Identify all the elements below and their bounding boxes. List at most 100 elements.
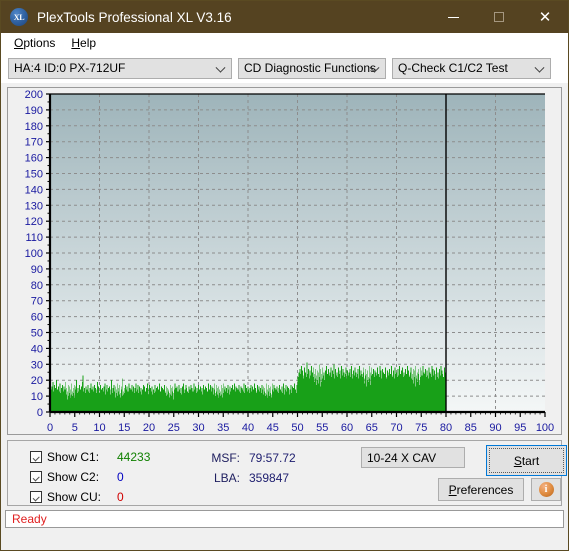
lba-value: 359847 (249, 471, 290, 485)
show-c2-checkbox[interactable] (30, 470, 42, 483)
svg-text:35: 35 (217, 422, 229, 434)
show-c1-row: Show C1: 44233 (30, 448, 150, 465)
svg-text:5: 5 (72, 422, 78, 434)
svg-text:110: 110 (25, 232, 43, 244)
svg-text:90: 90 (489, 422, 501, 434)
c1-c2-error-chart: 0102030405060708090100110120130140150160… (25, 89, 555, 434)
svg-text:80: 80 (31, 280, 43, 292)
show-c2-row: Show C2: 0 (30, 468, 150, 485)
controls-panel: Show C1: 44233 Show C2: 0 Show CU: 0 MSF… (7, 440, 567, 508)
maximize-button[interactable] (476, 1, 522, 33)
lba-row: LBA: 359847 (204, 468, 296, 488)
svg-text:65: 65 (366, 422, 378, 434)
menu-item-help-label: elp (80, 36, 97, 50)
svg-text:40: 40 (242, 422, 254, 434)
lba-label: LBA: (213, 471, 240, 485)
show-c1-checkbox[interactable] (30, 450, 42, 463)
svg-text:30: 30 (31, 359, 43, 371)
svg-text:180: 180 (25, 121, 43, 133)
app-icon-label: XL (13, 12, 25, 22)
svg-text:150: 150 (25, 169, 43, 181)
function-select[interactable]: CD Diagnostic Functions (238, 57, 386, 79)
speed-select-value: 10-24 X CAV (367, 450, 437, 465)
c2-count-value: 0 (117, 469, 124, 484)
start-button-label: Start (513, 453, 540, 468)
show-cu-checkbox[interactable] (30, 490, 42, 503)
c1-count-value: 44233 (117, 449, 151, 464)
svg-text:80: 80 (440, 422, 452, 434)
svg-text:20: 20 (31, 375, 43, 387)
svg-text:50: 50 (31, 328, 43, 340)
function-select-value: CD Diagnostic Functions (244, 61, 377, 75)
chevron-down-icon (536, 63, 544, 71)
chart-area: 0 10 20 30 40 50 60 70 80 90 100 110 120 130 140 150 160… (8, 88, 561, 434)
app-icon: XL (10, 8, 28, 26)
close-button[interactable]: ✕ (522, 1, 568, 33)
svg-text:10: 10 (93, 422, 105, 434)
msf-label: MSF: (211, 451, 240, 465)
graph-panel: 0 10 20 30 40 50 60 70 80 90 100 110 120 130 140 150 160… (7, 87, 562, 435)
info-icon: i (538, 482, 554, 497)
drive-select-value: HA:4 ID:0 PX-712UF (14, 61, 126, 75)
menu-item-options[interactable]: Options (6, 34, 63, 52)
window-buttons: ✕ (430, 1, 568, 33)
window-title: PlexTools Professional XL V3.16 (37, 9, 232, 25)
svg-text:190: 190 (25, 105, 43, 117)
preferences-button[interactable]: Preferences (438, 478, 524, 501)
svg-text:85: 85 (465, 422, 477, 434)
msf-value: 79:57.72 (249, 451, 296, 465)
svg-text:120: 120 (25, 216, 43, 228)
svg-text:60: 60 (31, 312, 43, 324)
info-icon-label: i (544, 484, 548, 495)
svg-text:20: 20 (143, 422, 155, 434)
cu-count-value: 0 (117, 489, 124, 504)
info-button[interactable]: i (531, 478, 561, 501)
svg-text:15: 15 (118, 422, 130, 434)
speed-select[interactable]: 10-24 X CAV (361, 447, 465, 468)
svg-text:100: 100 (25, 248, 43, 260)
svg-text:10: 10 (31, 391, 43, 403)
menu-item-help[interactable]: Help (63, 34, 104, 52)
svg-text:75: 75 (415, 422, 427, 434)
chevron-down-icon (371, 63, 379, 71)
svg-text:30: 30 (192, 422, 204, 434)
svg-text:70: 70 (390, 422, 402, 434)
svg-text:200: 200 (25, 89, 43, 101)
maximize-icon (494, 12, 504, 22)
svg-text:45: 45 (267, 422, 279, 434)
preferences-button-label: Preferences (448, 482, 514, 497)
svg-text:160: 160 (25, 153, 43, 165)
svg-text:0: 0 (37, 407, 43, 419)
svg-text:130: 130 (25, 200, 43, 212)
svg-text:25: 25 (168, 422, 180, 434)
menu-item-options-label: ptions (23, 36, 56, 50)
drive-select[interactable]: HA:4 ID:0 PX-712UF (8, 57, 232, 79)
position-readout: MSF: 79:57.72 LBA: 359847 (204, 448, 296, 488)
show-c2-label: Show C2: (47, 469, 100, 484)
status-bar: Ready (5, 510, 564, 528)
svg-text:55: 55 (316, 422, 328, 434)
toolbar: HA:4 ID:0 PX-712UF CD Diagnostic Functio… (1, 53, 568, 83)
start-button[interactable]: Start (486, 445, 567, 476)
svg-text:50: 50 (291, 422, 303, 434)
minimize-button[interactable] (430, 1, 476, 33)
start-button-inner: Start (489, 448, 564, 473)
chevron-down-icon (217, 63, 225, 71)
svg-text:60: 60 (341, 422, 353, 434)
svg-text:95: 95 (514, 422, 526, 434)
show-cu-label: Show CU: (47, 489, 102, 504)
msf-row: MSF: 79:57.72 (204, 448, 296, 468)
series-toggles: Show C1: 44233 Show C2: 0 Show CU: 0 (30, 448, 150, 508)
svg-text:0: 0 (47, 422, 53, 434)
application-window: XL PlexTools Professional XL V3.16 ✕ Opt… (0, 0, 569, 551)
svg-text:40: 40 (31, 343, 43, 355)
show-cu-row: Show CU: 0 (30, 488, 150, 505)
close-icon: ✕ (538, 7, 552, 26)
menu-bar: Options Help (1, 33, 568, 53)
svg-text:140: 140 (25, 184, 43, 196)
show-c1-label: Show C1: (47, 449, 100, 464)
minimize-icon (447, 16, 459, 18)
test-select[interactable]: Q-Check C1/C2 Test (392, 57, 551, 79)
title-bar: XL PlexTools Professional XL V3.16 ✕ (1, 1, 568, 33)
test-select-value: Q-Check C1/C2 Test (398, 61, 508, 75)
